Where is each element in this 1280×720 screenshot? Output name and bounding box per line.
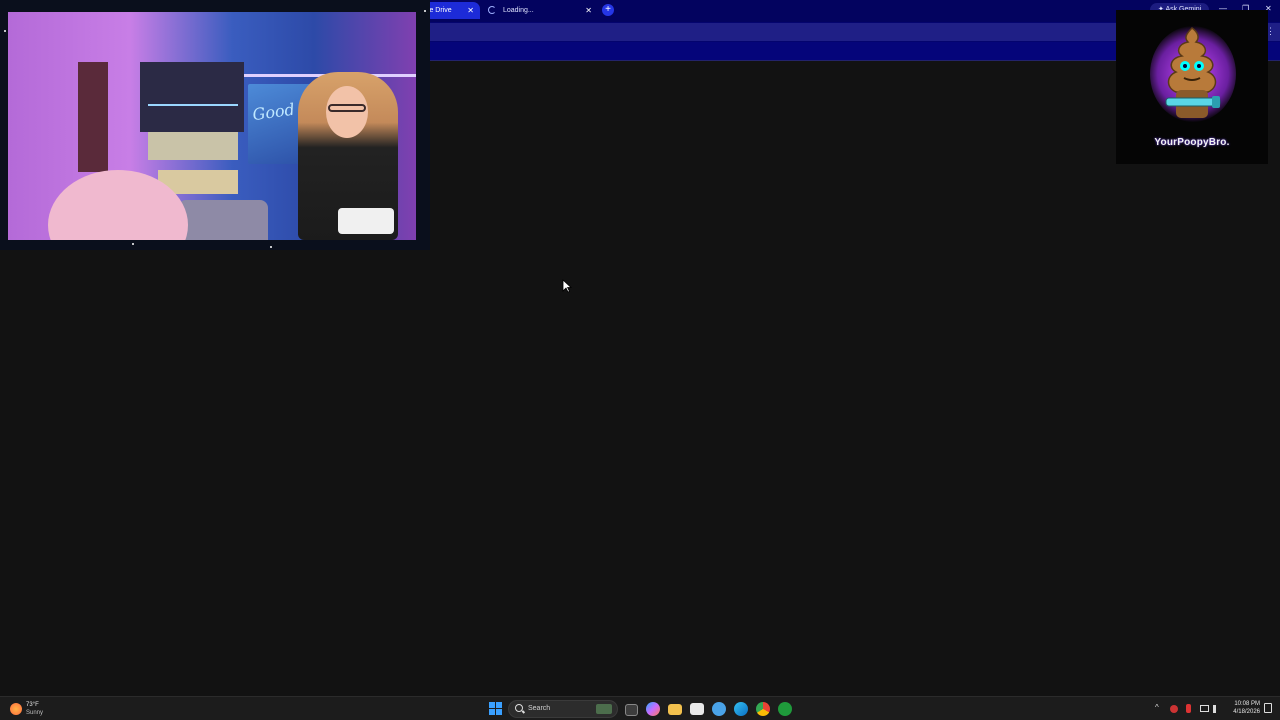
new-tab-button[interactable]: + bbox=[602, 4, 614, 16]
xbox-icon[interactable] bbox=[778, 702, 792, 716]
windows-taskbar: 73°F Sunny Search ^ 10:08 PM 4/18/2026 bbox=[0, 696, 1280, 720]
close-tab-icon[interactable]: ✕ bbox=[467, 2, 474, 19]
task-view-icon[interactable] bbox=[625, 704, 638, 716]
volume-icon[interactable] bbox=[1213, 705, 1221, 713]
network-icon[interactable] bbox=[1200, 705, 1209, 712]
streamer-face bbox=[326, 86, 368, 138]
weather-temp: 73°F bbox=[26, 702, 39, 708]
tray-overflow-chevron-icon[interactable]: ^ bbox=[1155, 703, 1159, 712]
start-icon[interactable] bbox=[489, 702, 502, 715]
poop-mascot-icon bbox=[1165, 27, 1221, 118]
file-explorer-icon[interactable] bbox=[668, 704, 682, 715]
close-tab-icon[interactable]: ✕ bbox=[585, 2, 592, 19]
search-label: Search bbox=[528, 705, 551, 712]
chrome-icon[interactable] bbox=[756, 702, 770, 716]
search-app-icon[interactable] bbox=[712, 702, 726, 716]
shirt-print bbox=[338, 208, 394, 234]
store-icon[interactable] bbox=[690, 703, 704, 715]
couch bbox=[178, 200, 268, 240]
glasses bbox=[328, 104, 366, 112]
tab-loading[interactable]: Loading... ✕ bbox=[482, 2, 598, 19]
tab-title: Loading... bbox=[502, 7, 534, 14]
notification-bell-icon[interactable] bbox=[1264, 703, 1272, 713]
search-icon bbox=[515, 704, 523, 712]
webcam-feed: Good Vibes Only bbox=[8, 12, 416, 240]
search-highlight-icon bbox=[596, 704, 612, 714]
search-box[interactable]: Search bbox=[508, 700, 618, 718]
loading-spinner-icon bbox=[488, 6, 496, 15]
webcam-overlay: Good Vibes Only bbox=[0, 0, 430, 250]
logo-text: YourPoopyBro. bbox=[1154, 137, 1230, 148]
edge-icon[interactable] bbox=[734, 702, 748, 716]
weather-widget[interactable]: 73°F Sunny bbox=[10, 700, 70, 718]
tray-app-icon[interactable] bbox=[1170, 705, 1178, 713]
clock-date: 4/18/2026 bbox=[1233, 709, 1260, 715]
weather-condition: Sunny bbox=[26, 710, 44, 716]
mouse-cursor-icon bbox=[562, 279, 572, 293]
copilot-icon[interactable] bbox=[646, 702, 660, 716]
weather-sun-icon bbox=[10, 703, 22, 715]
microphone-icon[interactable] bbox=[1186, 704, 1191, 713]
channel-logo: YourPoopyBro. bbox=[1116, 10, 1268, 164]
clock-time: 10:08 PM bbox=[1234, 701, 1260, 707]
system-clock[interactable]: 10:08 PM 4/18/2026 bbox=[1226, 700, 1260, 716]
